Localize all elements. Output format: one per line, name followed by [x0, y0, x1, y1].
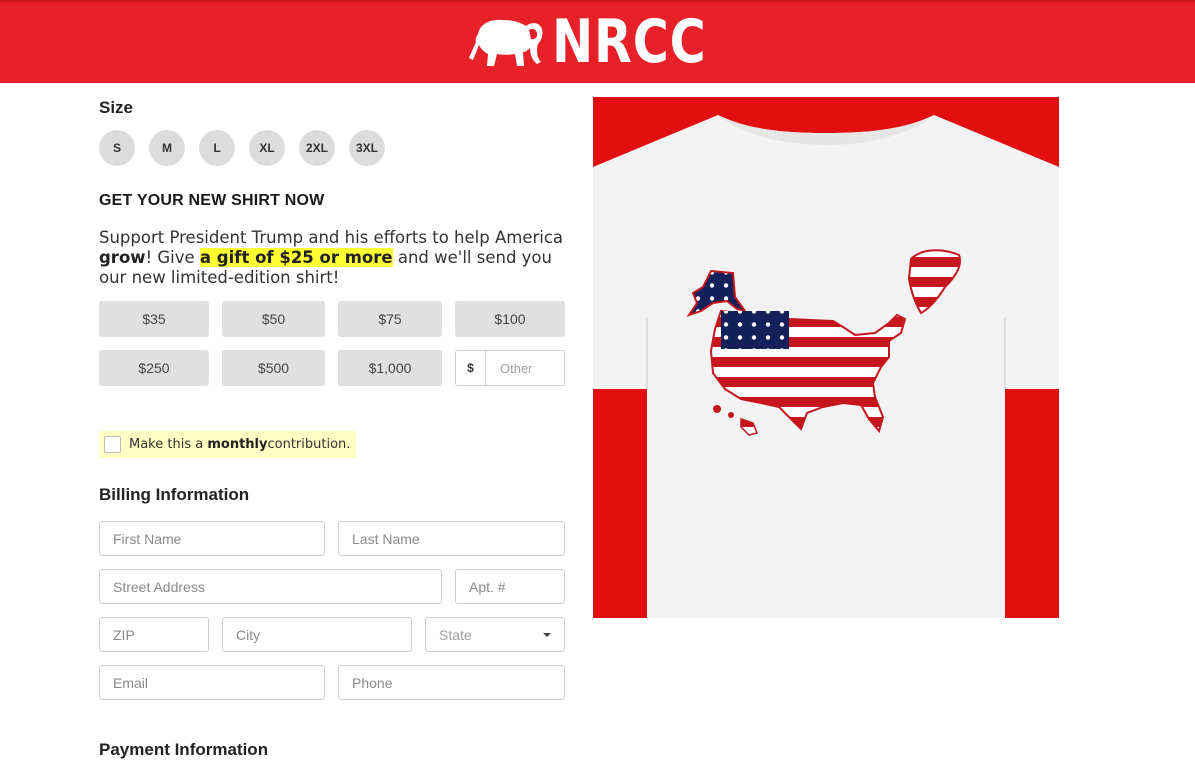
size-option-xl[interactable]: XL	[249, 130, 285, 166]
size-option-3xl[interactable]: 3XL	[349, 130, 385, 166]
email-field[interactable]	[99, 665, 325, 700]
site-header: NRCC	[0, 0, 1195, 83]
size-heading: Size	[99, 98, 134, 117]
street-address-field[interactable]	[99, 569, 442, 604]
monthly-label-suffix: contribution.	[267, 437, 351, 452]
last-name-field[interactable]	[338, 521, 565, 556]
amount-button-35[interactable]: $35	[99, 301, 209, 337]
other-amount-field: $	[455, 350, 565, 386]
dollar-prefix: $	[456, 351, 486, 385]
monthly-contribution[interactable]: Make this a monthly contribution.	[99, 431, 357, 458]
pitch-highlight: a gift of $25 or more	[199, 248, 393, 267]
other-amount-input[interactable]	[486, 351, 564, 385]
monthly-label-bold: monthly	[207, 437, 268, 452]
apt-field[interactable]	[455, 569, 565, 604]
pitch-text-2: ! Give	[145, 248, 200, 267]
monthly-label-prefix: Make this a	[129, 437, 204, 452]
caret-down-icon	[543, 632, 551, 637]
amount-button-250[interactable]: $250	[99, 350, 209, 386]
pitch-bold: grow	[99, 248, 146, 267]
pitch-text-1: Support President Trump and his efforts …	[99, 228, 564, 247]
state-select[interactable]: State	[425, 617, 565, 652]
size-options: S M L XL 2XL 3XL	[99, 130, 385, 166]
amount-button-100[interactable]: $100	[455, 301, 565, 337]
state-select-label: State	[439, 626, 472, 643]
billing-heading: Billing Information	[99, 485, 250, 504]
nrcc-logo[interactable]: NRCC	[468, 10, 740, 74]
logo-text: NRCC	[552, 7, 707, 77]
amount-button-1000[interactable]: $1,000	[338, 350, 442, 386]
offer-pitch: Support President Trump and his efforts …	[99, 228, 569, 288]
offer-heading: GET YOUR NEW SHIRT NOW	[99, 192, 325, 209]
size-option-s[interactable]: S	[99, 130, 135, 166]
phone-field[interactable]	[338, 665, 565, 700]
product-image	[593, 97, 1059, 618]
size-option-l[interactable]: L	[199, 130, 235, 166]
zip-field[interactable]	[99, 617, 209, 652]
amount-button-500[interactable]: $500	[222, 350, 325, 386]
flag-map-tshirt-icon	[593, 115, 1059, 618]
first-name-field[interactable]	[99, 521, 325, 556]
amount-button-75[interactable]: $75	[338, 301, 442, 337]
monthly-checkbox[interactable]	[104, 436, 121, 453]
city-field[interactable]	[222, 617, 412, 652]
size-option-2xl[interactable]: 2XL	[299, 130, 335, 166]
elephant-icon	[469, 19, 543, 66]
payment-heading: Payment Information	[99, 740, 269, 759]
amount-button-50[interactable]: $50	[222, 301, 325, 337]
size-option-m[interactable]: M	[149, 130, 185, 166]
